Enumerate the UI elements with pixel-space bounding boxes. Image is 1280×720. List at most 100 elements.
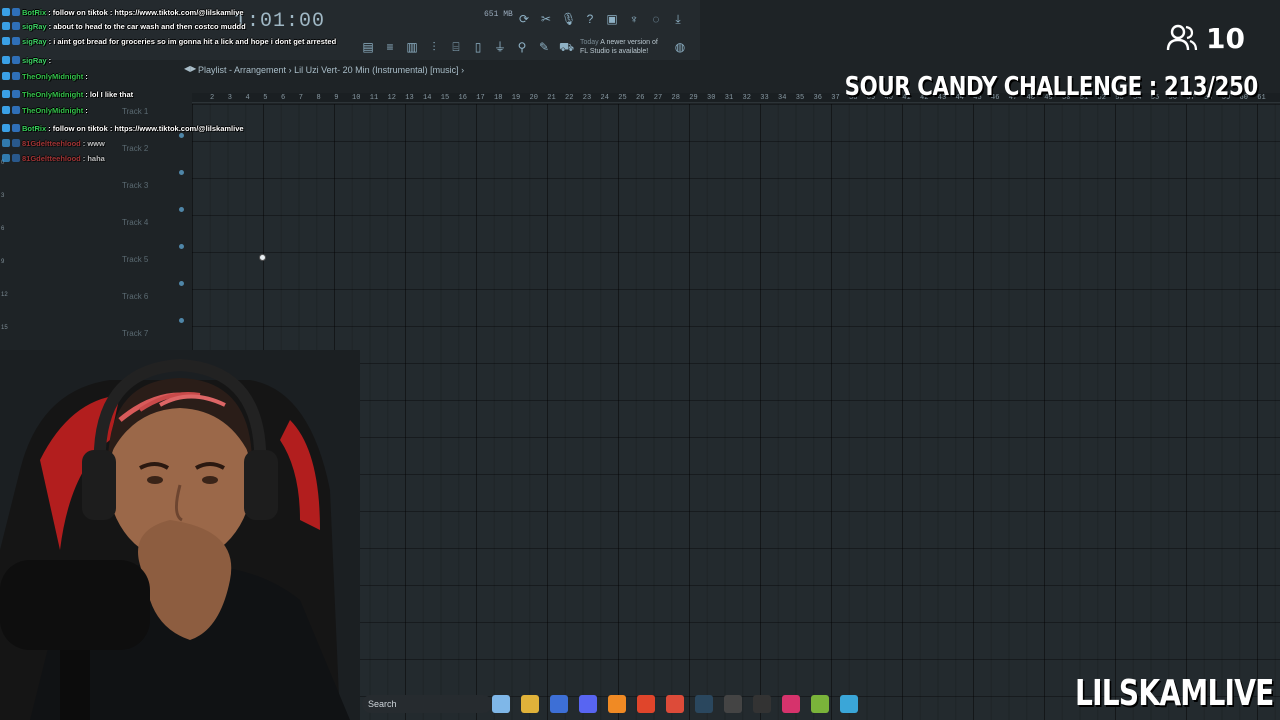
track-enable-icon[interactable] [179,207,184,212]
plugin-icon[interactable]: ♆ [627,12,641,26]
badge-icon [2,106,10,114]
scale-label: 9 [1,259,5,265]
track-enable-icon[interactable] [179,318,184,323]
scale-label: 3 [1,193,5,199]
ruler-bar-number: 35 [795,94,805,102]
discord-icon[interactable] [579,695,597,713]
track-enable-icon[interactable] [179,170,184,175]
mic-icon[interactable]: 🎙 [561,12,576,26]
ruler-bar-number: 33 [760,94,769,102]
chat-text: : [48,56,52,65]
download-icon[interactable]: ⤓ [671,12,685,26]
playlist-menu-icon[interactable]: ◀▶ [184,64,196,73]
memory-indicator: 651 MB [484,10,513,19]
track-name: Track 2 [122,144,149,153]
chat-text: : about to head to the car wash and then… [48,22,246,31]
ruler-bar-number: 34 [778,94,787,102]
track-header[interactable]: Track 3 [118,178,190,215]
ruler-bar-number: 16 [458,94,467,102]
track-header[interactable]: Track 5 [118,252,190,289]
app-icon[interactable] [724,695,742,713]
chat-message: BotRix: follow on tiktok : https://www.t… [2,124,244,136]
brush-icon[interactable]: ✎ [537,40,551,54]
4k-icon[interactable] [753,695,771,713]
ruler-bar-number: 26 [636,94,645,102]
badge-icon [2,8,10,16]
ruler-bar-number: 25 [618,94,627,102]
mixer-icon[interactable]: ⫶ [427,40,441,54]
viewer-count: 10 [1206,22,1245,55]
help-icon[interactable]: ? [583,12,597,26]
chat-text: : [85,72,88,81]
brave-icon[interactable] [637,695,655,713]
instagram-icon[interactable] [782,695,800,713]
chat-username: sigRay [22,37,47,46]
channel-name: LILSKAMLIVE [1075,673,1274,714]
breadcrumb-separator: › [461,65,465,75]
chat-username: TheOnlyMidnight [22,72,84,81]
cut-icon[interactable]: ✂ [539,12,553,26]
webcam-feed [0,350,360,720]
scale-label: 6 [1,226,5,232]
loop-icon[interactable]: ⟳ [517,12,531,26]
badge-icon [2,22,10,30]
taskbar-search[interactable]: Search [362,695,492,713]
mouse-cursor [259,254,266,261]
store-icon[interactable] [550,695,568,713]
notepad-icon[interactable] [840,695,858,713]
track-list: Track 1 Track 2 Track 3 Track 4 Track 5 Track… [118,104,190,360]
ruler-bar-number: 7 [298,94,303,102]
badge-icon [2,37,10,45]
chat-message: sigRay: i aint got bread for groceries s… [2,37,336,49]
scale-label: 15 [1,325,8,331]
ruler-bar-number: 6 [281,94,286,102]
channel-rack-icon[interactable]: ▥ [405,40,419,54]
windows-taskbar: Search [362,693,882,715]
track-enable-icon[interactable] [179,281,184,286]
globe-icon[interactable]: ◍ [673,40,687,54]
cart-icon[interactable]: ⛟ [559,40,574,54]
chat-message: 81Gdeltteehlood: www [2,139,105,151]
screen: 1:01:00 651 MB ⟳ ✂ 🎙 ? ▣ ♆ ◌ ⤓ ▤ ≡ ▥ ⫶ ⌸… [0,0,1280,720]
ruler-bar-number: 27 [653,94,663,102]
ruler-bar-number: 18 [494,94,503,102]
browser-icon[interactable]: ⌸ [449,40,463,54]
ruler-bar-number: 23 [582,94,592,102]
track-header[interactable]: Track 6 [118,289,190,326]
chat-text: : i aint got bread for groceries so im g… [48,37,337,46]
song-time-display[interactable]: 1:01:00 [234,10,325,33]
ruler-bar-number: 30 [707,94,716,102]
track-header[interactable]: Track 2 [118,141,190,178]
file-explorer-icon[interactable] [521,695,539,713]
ruler-bar-number: 29 [689,94,698,102]
track-enable-icon[interactable] [179,244,184,249]
save-icon[interactable]: ▣ [605,12,619,26]
chat-username: BotRix [22,124,47,133]
chat-username: BotRix [22,8,47,17]
badge-icon [12,72,20,80]
playlist-title-bar[interactable]: ◀▶ Playlist - Arrangement › Lil Uzi Vert… [180,62,720,78]
copilot-icon[interactable] [492,695,510,713]
steam-icon[interactable] [695,695,713,713]
chat-username: TheOnlyMidnight [22,90,84,99]
chat-text: : [85,106,88,115]
playlist-icon[interactable]: ▤ [361,40,375,54]
game-icon[interactable] [811,695,829,713]
track-header[interactable]: Track 4 [118,215,190,252]
fl-studio-icon[interactable] [608,695,626,713]
ruler-bar-number: 19 [511,94,521,102]
chat-username: sigRay [22,56,47,65]
track-name: Track 6 [122,292,149,301]
update-notification[interactable]: Today A newer version of FL Studio is av… [580,38,658,56]
ruler-bar-number: 10 [352,94,361,102]
tempo-icon[interactable]: ⚲ [515,40,529,54]
chat-icon[interactable]: ◌ [649,12,663,26]
badge-icon [2,154,10,162]
playlist-title: Playlist - Arrangement [198,65,287,75]
chrome-icon[interactable] [666,695,684,713]
file-icon[interactable]: ▯ [471,40,485,54]
chat-message: TheOnlyMidnight: [2,106,88,118]
piano-roll-icon[interactable]: ≡ [383,40,397,54]
song-name: Lil Uzi Vert- 20 Min (Instrumental) [mus… [294,65,459,75]
plug-icon[interactable]: ⏚ [493,40,507,54]
